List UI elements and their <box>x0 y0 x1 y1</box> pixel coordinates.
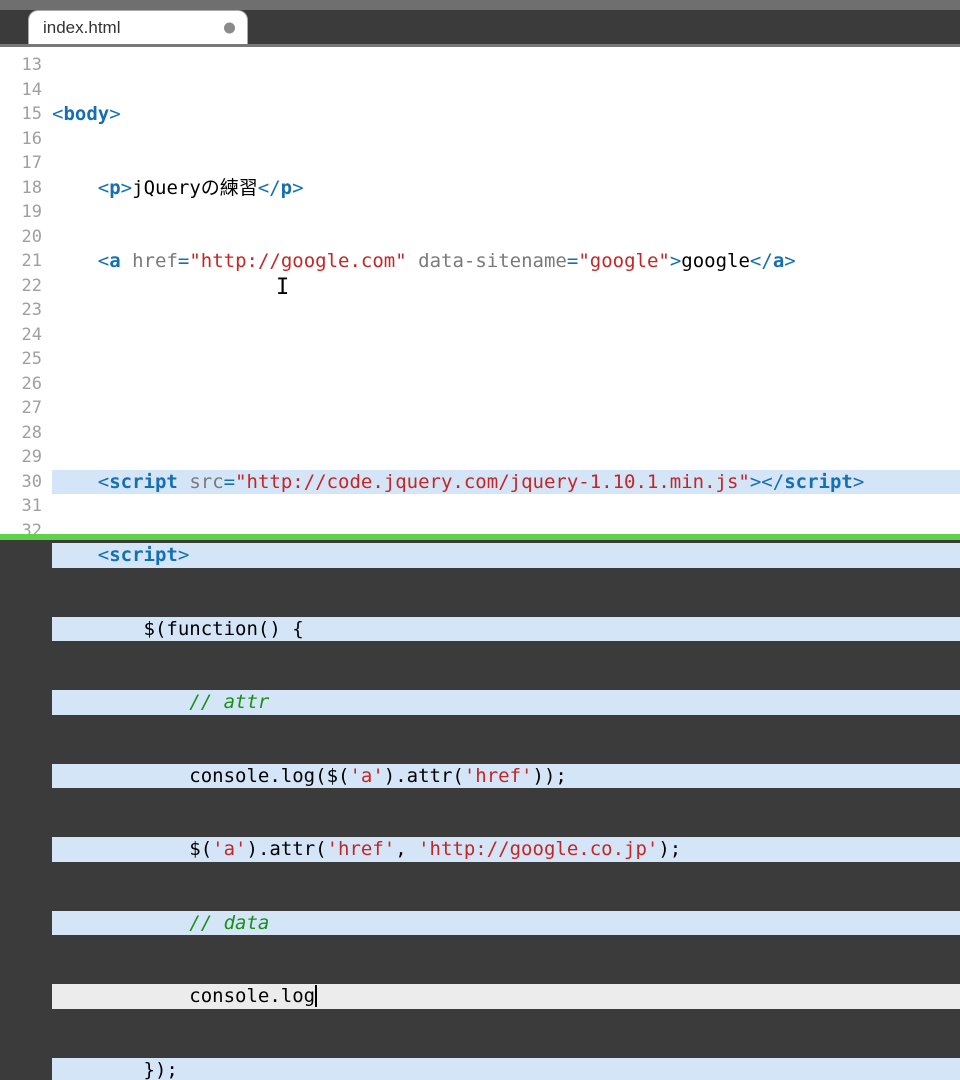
line-number: 29 <box>0 445 52 470</box>
line-number: 27 <box>0 396 52 421</box>
code-editor[interactable]: 1314151617181920212223242526272829303132… <box>0 44 960 534</box>
unsaved-dot-icon <box>224 22 235 33</box>
line-number: 24 <box>0 323 52 348</box>
text-cursor <box>315 985 317 1007</box>
line-number: 25 <box>0 347 52 372</box>
line-number: 19 <box>0 200 52 225</box>
line-number: 21 <box>0 249 52 274</box>
editor-tab[interactable]: index.html <box>28 10 248 44</box>
line-number: 17 <box>0 151 52 176</box>
line-number: 31 <box>0 494 52 519</box>
line-number: 13 <box>0 53 52 78</box>
line-number: 16 <box>0 127 52 152</box>
line-number: 23 <box>0 298 52 323</box>
line-number: 26 <box>0 372 52 397</box>
tab-filename: index.html <box>43 11 120 45</box>
line-number-gutter: 1314151617181920212223242526272829303132 <box>0 47 52 534</box>
line-number: 18 <box>0 176 52 201</box>
p-text: jQueryの練習 <box>132 177 258 199</box>
line-number: 28 <box>0 421 52 446</box>
line-number: 30 <box>0 470 52 495</box>
line-number: 15 <box>0 102 52 127</box>
code-area[interactable]: <body> <p>jQueryの練習</p> <a href="http://… <box>52 47 960 534</box>
line-number: 20 <box>0 225 52 250</box>
top-edge <box>0 0 960 10</box>
line-number: 22 <box>0 274 52 299</box>
status-bar <box>0 534 960 540</box>
tab-bar: index.html <box>0 0 960 44</box>
line-number: 14 <box>0 78 52 103</box>
